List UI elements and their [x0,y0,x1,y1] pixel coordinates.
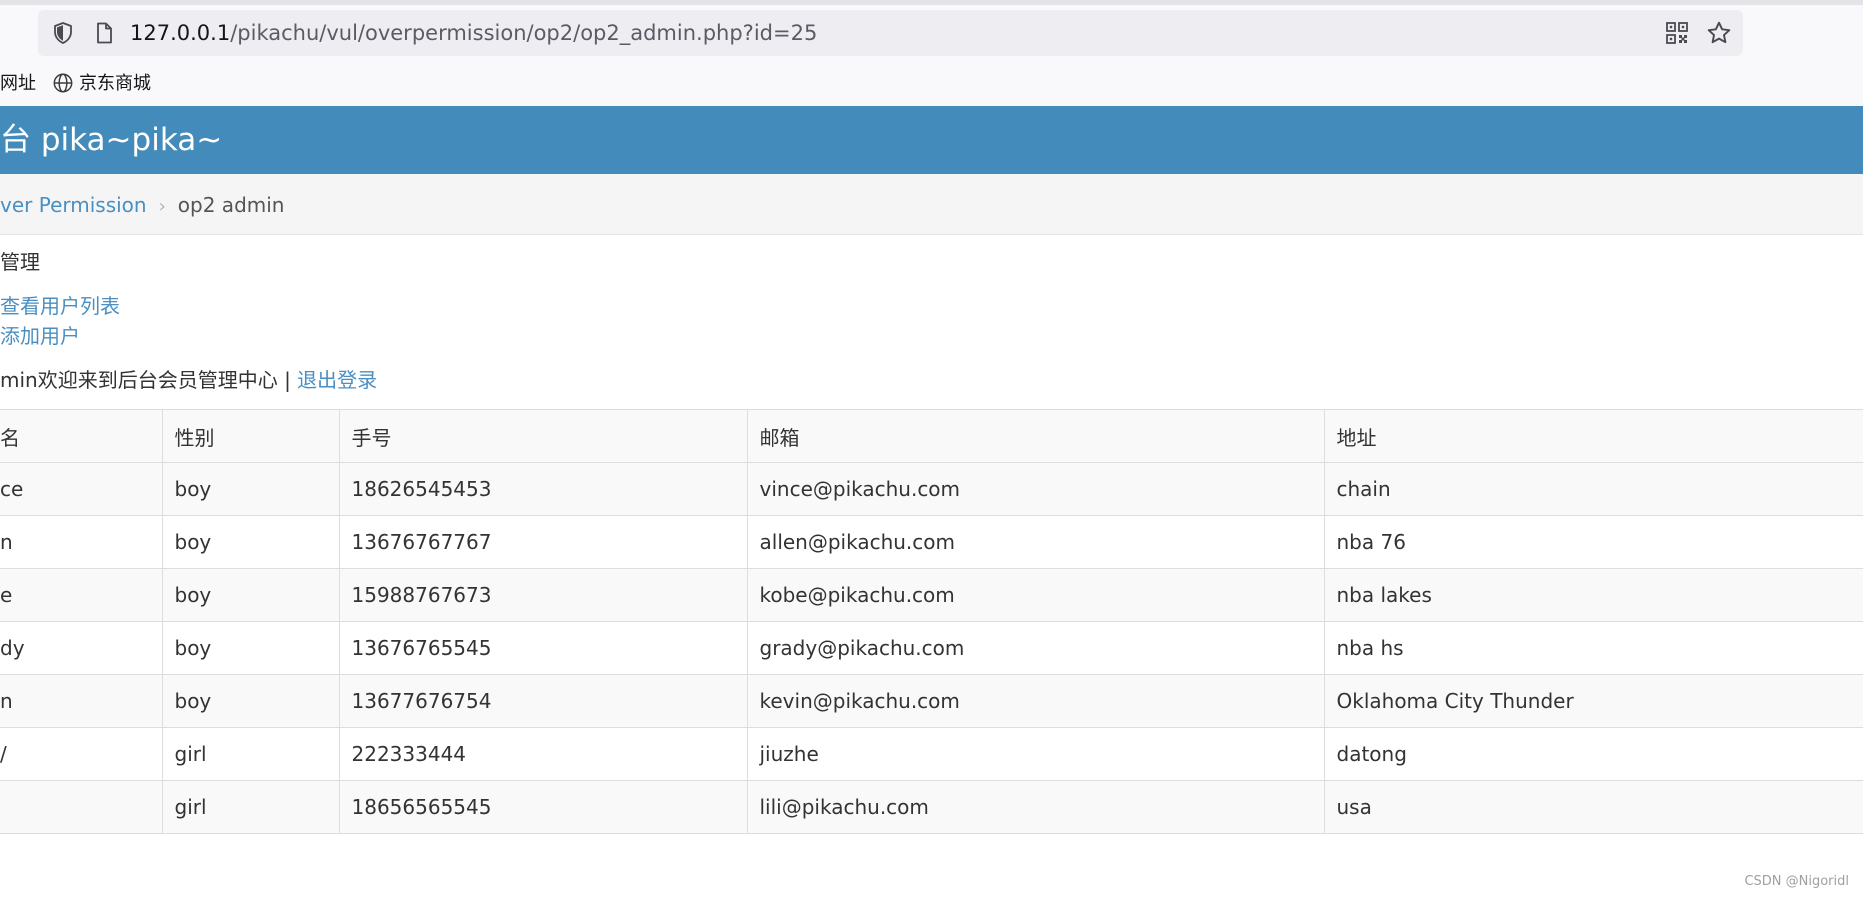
globe-icon [53,73,73,92]
breadcrumb-current: op2 admin [177,193,285,217]
shield-icon[interactable] [51,21,75,45]
cell-phone: 15988767673 [338,568,747,622]
cell-sex: boy [161,568,339,622]
cell-email: jiuzhe [746,727,1324,781]
logout-link[interactable]: 退出登录 [297,368,377,392]
bookmark-star-icon[interactable] [1706,20,1732,46]
welcome-text: min欢迎来到后台会员管理中心 | [0,368,298,392]
qr-code-icon[interactable] [1665,21,1689,45]
bookmark-label: 网址 [0,73,36,94]
cell-sex: boy [161,621,339,675]
cell-address: nba 76 [1323,515,1863,569]
cell-sex: boy [161,462,339,516]
cell-email: lili@pikachu.com [746,780,1324,834]
table-header-row: 名 性别 手号 邮箱 地址 [0,409,1863,463]
cell-address: usa [1323,780,1863,834]
cell-sex: girl [161,780,339,834]
user-list-link[interactable]: 查看用户列表 [0,292,120,320]
cell-address: Oklahoma City Thunder [1323,674,1863,728]
table-row: e boy 15988767673 kobe@pikachu.com nba l… [0,568,1863,622]
cell-username: ce [0,462,162,516]
cell-phone: 18626545453 [338,462,747,516]
site-header: 台 pika~pika~ [0,106,1863,174]
header-address: 地址 [1323,409,1863,463]
add-user-link[interactable]: 添加用户 [0,322,80,350]
welcome-message: min欢迎来到后台会员管理中心 | 退出登录 [0,366,377,394]
table-row: / girl 222333444 jiuzhe datong [0,727,1863,781]
cell-email: grady@pikachu.com [746,621,1324,675]
cell-address: nba hs [1323,621,1863,675]
section-title: 管理 [0,250,40,274]
watermark: CSDN @Nigoridl [1744,874,1849,889]
cell-sex: girl [161,727,339,781]
cell-username: n [0,515,162,569]
breadcrumb-bar: ver Permission › op2 admin [0,174,1863,235]
url-text[interactable]: 127.0.0.1/pikachu/vul/overpermission/op2… [130,20,817,46]
cell-username [0,780,162,834]
cell-phone: 13677676754 [338,674,747,728]
cell-username: dy [0,621,162,675]
url-host: 127.0.0.1 [130,21,231,45]
user-table: 名 性别 手号 邮箱 地址 ce boy 18626545453 vince@p… [0,409,1863,834]
bookmark-label: 京东商城 [79,73,151,94]
cell-username: / [0,727,162,781]
table-row: ce boy 18626545453 vince@pikachu.com cha… [0,462,1863,516]
cell-phone: 13676767767 [338,515,747,569]
site-title[interactable]: 台 pika~pika~ [0,119,222,161]
table-row: n boy 13676767767 allen@pikachu.com nba … [0,515,1863,569]
cell-sex: boy [161,515,339,569]
header-phone: 手号 [338,409,747,463]
cell-username: n [0,674,162,728]
cell-email: kobe@pikachu.com [746,568,1324,622]
breadcrumb: ver Permission › op2 admin [0,191,284,219]
cell-sex: boy [161,674,339,728]
bookmark-item-jd[interactable]: 京东商城 [52,70,151,98]
address-bar[interactable]: 127.0.0.1/pikachu/vul/overpermission/op2… [38,10,1743,56]
cell-phone: 222333444 [338,727,747,781]
page-icon[interactable] [92,21,116,45]
header-username: 名 [0,409,162,463]
breadcrumb-separator: › [158,196,166,217]
breadcrumb-link-over-permission[interactable]: ver Permission [0,193,147,217]
tab-strip-edge [0,0,1863,5]
page: 127.0.0.1/pikachu/vul/overpermission/op2… [0,0,1863,899]
cell-phone: 13676765545 [338,621,747,675]
cell-username: e [0,568,162,622]
url-path: /pikachu/vul/overpermission/op2/op2_admi… [230,21,818,45]
cell-address: nba lakes [1323,568,1863,622]
table-row: dy boy 13676765545 grady@pikachu.com nba… [0,621,1863,675]
table-row: girl 18656565545 lili@pikachu.com usa [0,780,1863,834]
cell-address: datong [1323,727,1863,781]
cell-email: kevin@pikachu.com [746,674,1324,728]
cell-email: vince@pikachu.com [746,462,1324,516]
cell-email: allen@pikachu.com [746,515,1324,569]
header-email: 邮箱 [746,409,1324,463]
browser-toolbar: 127.0.0.1/pikachu/vul/overpermission/op2… [0,0,1863,106]
header-sex: 性别 [161,409,339,463]
cell-address: chain [1323,462,1863,516]
cell-phone: 18656565545 [338,780,747,834]
table-row: n boy 13677676754 kevin@pikachu.com Okla… [0,674,1863,728]
bookmark-item[interactable]: 网址 [0,70,36,98]
